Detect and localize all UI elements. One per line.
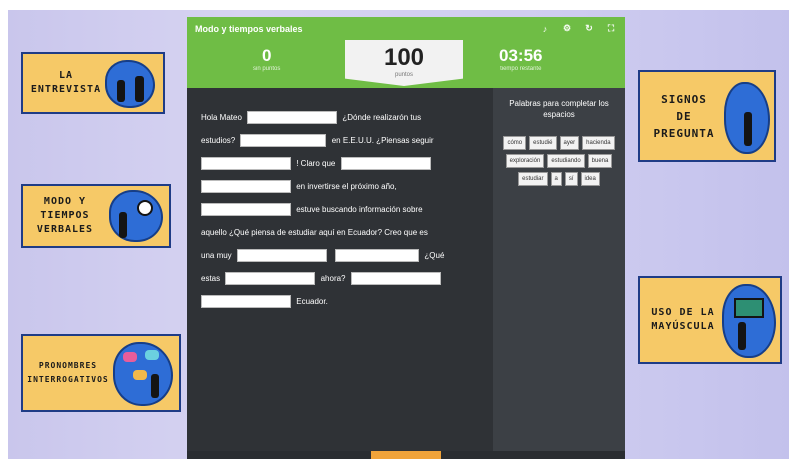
- check-button[interactable]: [371, 451, 441, 459]
- answer-blank-11[interactable]: [201, 295, 291, 309]
- text-fragment: ¿Dónde realizarón tus: [342, 113, 422, 122]
- word-bank-header: Palabras para completar los espacios: [509, 99, 609, 119]
- text-fragment: Ecuador.: [296, 297, 328, 306]
- word-chip[interactable]: cómo: [503, 136, 527, 150]
- word-chip[interactable]: exploración: [505, 154, 545, 168]
- blackboard-illustration-icon: [722, 284, 776, 358]
- exercise-text: Hola Mateo ¿Dónde realizarón tus estudio…: [187, 88, 493, 459]
- score-value: 0: [261, 46, 272, 65]
- answer-blank-3[interactable]: [201, 157, 291, 171]
- answer-blank-5[interactable]: [201, 180, 291, 194]
- card-label: MODO Y TIEMPOS VERBALES: [36, 196, 94, 235]
- card-uso-de-la-mayuscula[interactable]: USO DE LA MAYÚSCULA: [638, 276, 782, 364]
- text-fragment: ¿Qué: [424, 251, 445, 260]
- game-footer: [187, 451, 625, 459]
- text-fragment: aquello ¿Qué piensa de estudiar aquí en …: [201, 228, 428, 237]
- answer-blank-8[interactable]: [335, 249, 420, 263]
- score-bar: 0 sin puntos 100 puntos 03:56 tiempo res…: [187, 40, 625, 88]
- word-bank: cómo estudié ayer hacienda exploración e…: [503, 136, 615, 186]
- word-chip[interactable]: sí: [564, 172, 578, 186]
- speech-bubbles-illustration-icon: [113, 342, 173, 406]
- text-fragment: en invertirse el próximo año,: [296, 182, 397, 191]
- card-label: USO DE LA MAYÚSCULA: [651, 307, 715, 332]
- word-chip[interactable]: hacienda: [582, 136, 615, 150]
- restart-icon[interactable]: ↻: [583, 23, 595, 35]
- answer-blank-10[interactable]: [350, 272, 441, 286]
- points-banner: 100 puntos: [345, 40, 463, 86]
- answer-blank-9[interactable]: [225, 272, 316, 286]
- answer-blank-6[interactable]: [201, 203, 291, 217]
- settings-icon[interactable]: ⚙: [561, 23, 573, 35]
- word-chip[interactable]: idea: [580, 172, 600, 186]
- text-fragment: ahora?: [320, 274, 346, 283]
- card-label: LA ENTREVISTA: [30, 70, 102, 95]
- game-title: Modo y tiempos verbales: [195, 23, 303, 34]
- volume-icon[interactable]: ♪: [539, 23, 551, 35]
- text-fragment: Hola Mateo: [201, 113, 242, 122]
- title-bar: Modo y tiempos verbales ♪ ⚙ ↻ ⛶: [187, 17, 625, 40]
- answer-blank-7[interactable]: [236, 249, 327, 263]
- card-label: PRONOMBRES INTERROGATIVOS: [27, 361, 109, 384]
- word-bank-panel: Palabras para completar los espacios cóm…: [493, 88, 625, 459]
- points-label: puntos: [394, 72, 413, 78]
- answer-blank-1[interactable]: [247, 111, 338, 125]
- text-fragment: ! Claro que: [296, 159, 336, 168]
- text-fragment: estuve buscando información sobre: [296, 205, 423, 214]
- fullscreen-icon[interactable]: ⛶: [605, 23, 617, 35]
- card-signos-de-pregunta[interactable]: SIGNOS DE PREGUNTA: [638, 70, 776, 162]
- card-modo-y-tiempos-verbales[interactable]: MODO Y TIEMPOS VERBALES: [21, 184, 171, 248]
- text-fragment: estas: [201, 274, 221, 283]
- answer-blank-4[interactable]: [340, 157, 431, 171]
- word-chip[interactable]: ayer: [559, 136, 580, 150]
- text-fragment: estudios?: [201, 136, 236, 145]
- timer-value: 03:56: [499, 46, 543, 65]
- timer: 03:56 tiempo restante: [499, 46, 542, 72]
- word-chip[interactable]: estudiando: [547, 154, 585, 168]
- word-chip[interactable]: estudiar: [518, 172, 548, 186]
- score-counter: 0 sin puntos: [253, 46, 280, 72]
- window-controls: ♪ ⚙ ↻ ⛶: [539, 23, 617, 35]
- score-label: sin puntos: [253, 66, 281, 72]
- answer-blank-2[interactable]: [240, 134, 327, 148]
- question-marks-illustration-icon: [724, 82, 770, 154]
- card-pronombres-interrogativos[interactable]: PRONOMBRES INTERROGATIVOS: [21, 334, 181, 412]
- text-fragment: en E.E.U.U. ¿Piensas seguir: [331, 136, 434, 145]
- clock-illustration-icon: [109, 190, 163, 242]
- text-fragment: una muy: [201, 251, 232, 260]
- interview-illustration-icon: [105, 60, 155, 108]
- word-chip[interactable]: buena: [587, 154, 613, 168]
- card-la-entrevista[interactable]: LA ENTREVISTA: [21, 52, 165, 114]
- word-chip[interactable]: estudié: [529, 136, 557, 150]
- timer-label: tiempo restante: [500, 66, 542, 72]
- word-chip[interactable]: a: [550, 172, 562, 186]
- points-value: 100: [383, 44, 425, 71]
- game-window: Modo y tiempos verbales ♪ ⚙ ↻ ⛶ 0 sin pu…: [187, 17, 625, 459]
- card-label: SIGNOS DE PREGUNTA: [653, 92, 715, 140]
